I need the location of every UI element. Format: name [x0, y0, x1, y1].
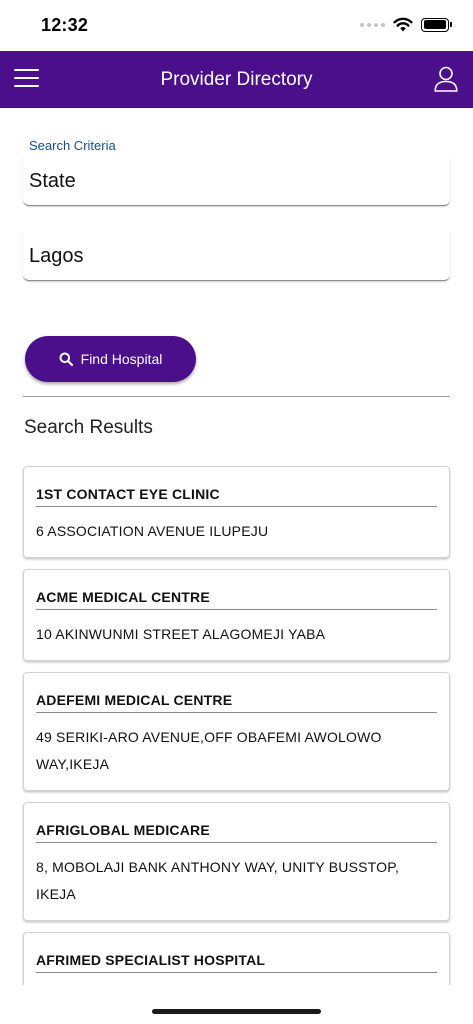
nav-bar: Provider Directory — [0, 51, 473, 108]
wifi-icon — [393, 17, 413, 32]
hospital-name: AFRIGLOBAL MEDICARE — [36, 803, 437, 843]
result-card[interactable]: ACME MEDICAL CENTRE 10 AKINWUNMI STREET … — [23, 569, 450, 661]
result-card[interactable]: ADEFEMI MEDICAL CENTRE 49 SERIKI-ARO AVE… — [23, 672, 450, 791]
hospital-name: 1ST CONTACT EYE CLINIC — [36, 467, 437, 507]
hospital-name: ADEFEMI MEDICAL CENTRE — [36, 673, 437, 713]
home-indicator[interactable] — [152, 1009, 321, 1014]
status-bar: 12:32 — [0, 0, 473, 51]
search-icon — [59, 352, 73, 366]
search-criteria-label: Search Criteria — [29, 138, 116, 153]
state-selector[interactable]: State — [23, 156, 450, 206]
section-divider — [23, 396, 450, 398]
results-list: 1ST CONTACT EYE CLINIC 6 ASSOCIATION AVE… — [23, 466, 450, 1024]
status-icons — [360, 17, 452, 32]
bottom-safe-area — [0, 985, 473, 1024]
hospital-address: 10 AKINWUNMI STREET ALAGOMEJI YABA — [36, 626, 326, 642]
result-card[interactable]: 1ST CONTACT EYE CLINIC 6 ASSOCIATION AVE… — [23, 466, 450, 558]
city-selector[interactable]: Lagos — [23, 231, 450, 281]
city-field-text: Lagos — [29, 245, 84, 267]
hospital-address: 49 SERIKI-ARO AVENUE,OFF OBAFEMI AWOLOWO… — [36, 729, 382, 772]
user-profile-icon[interactable] — [434, 66, 458, 92]
search-results-title: Search Results — [24, 417, 153, 438]
find-hospital-button[interactable]: Find Hospital — [25, 336, 196, 382]
result-card[interactable]: AFRIGLOBAL MEDICARE 8, MOBOLAJI BANK ANT… — [23, 802, 450, 921]
status-time: 12:32 — [41, 15, 89, 35]
hospital-address: 8, MOBOLAJI BANK ANTHONY WAY, UNITY BUSS… — [36, 859, 400, 902]
find-hospital-label: Find Hospital — [80, 351, 163, 367]
hospital-address: 6 ASSOCIATION AVENUE ILUPEJU — [36, 523, 269, 539]
search-criteria-section: Search Criteria State Lagos — [23, 138, 450, 281]
page-title: Provider Directory — [160, 69, 313, 90]
hospital-name: AFRIMED SPECIALIST HOSPITAL — [36, 933, 437, 973]
hospital-name: ACME MEDICAL CENTRE — [36, 570, 437, 610]
state-field-text: State — [29, 170, 76, 192]
battery-icon — [421, 17, 452, 32]
cellular-signal-icon — [360, 22, 385, 27]
